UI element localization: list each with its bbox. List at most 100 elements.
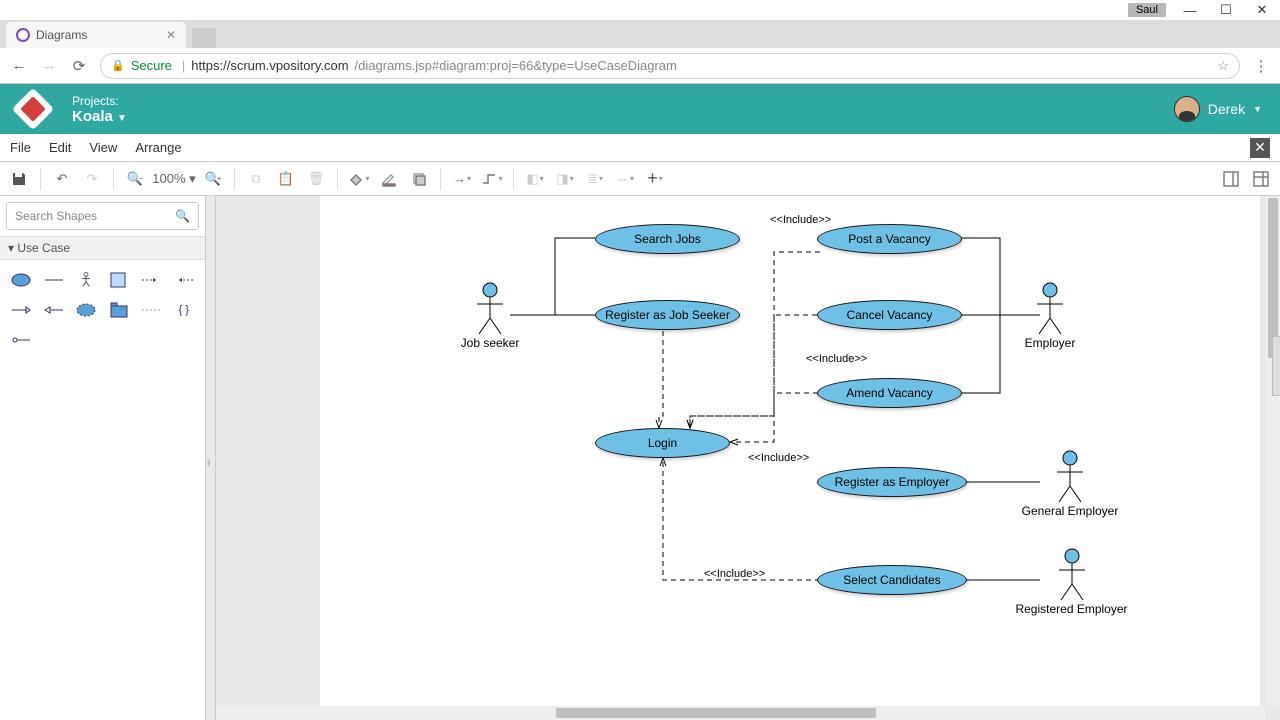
tab-favicon-icon (16, 28, 30, 42)
url-path: /diagrams.jsp#diagram:proj=66&type=UseCa… (355, 58, 677, 73)
palette-extend-icon[interactable] (171, 268, 198, 292)
menu-view[interactable]: View (89, 140, 117, 155)
palette-actor-icon[interactable] (73, 268, 100, 292)
usecase-post-vacancy[interactable]: Post a Vacancy (817, 224, 962, 254)
forward-icon[interactable]: → (40, 57, 58, 74)
palette-usecase-icon[interactable] (8, 268, 35, 292)
os-user-badge: Saul (1128, 3, 1166, 17)
palette-package-icon[interactable] (106, 298, 133, 322)
avatar-icon (1174, 96, 1200, 122)
search-shapes-input[interactable]: Search Shapes 🔍 (6, 202, 199, 230)
back-icon[interactable]: ← (10, 57, 28, 74)
diagram-canvas[interactable]: Search Jobs Register as Job Seeker Post … (320, 196, 1260, 716)
menubar: File Edit View Arrange ✕ (0, 134, 1280, 162)
usecase-cancel-vacancy[interactable]: Cancel Vacancy (817, 300, 962, 330)
usecase-login[interactable]: Login (595, 428, 730, 458)
tab-close-icon[interactable]: ✕ (166, 28, 176, 42)
address-bar[interactable]: 🔒 Secure | https://scrum.vpository.com/d… (100, 53, 1240, 79)
undo-icon[interactable]: ↶ (49, 166, 75, 192)
secure-label: Secure (131, 58, 172, 73)
actor-employer[interactable]: Employer (1020, 282, 1080, 350)
new-tab-button[interactable] (192, 28, 216, 48)
palette-collaboration-icon[interactable] (73, 298, 100, 322)
delete-icon[interactable]: 🗑 (303, 166, 329, 192)
zoom-level[interactable]: 100% ▾ (152, 171, 196, 187)
shape-palette: { } (0, 260, 205, 360)
sidebar: Search Shapes 🔍 ▾ Use Case { } (0, 196, 206, 720)
usecase-select-candidates[interactable]: Select Candidates (817, 565, 967, 595)
url-host: https://scrum.vpository.com (191, 58, 348, 73)
usecase-register-job-seeker[interactable]: Register as Job Seeker (595, 300, 740, 330)
actor-job-seeker[interactable]: Job seeker (460, 282, 520, 350)
palette-anchor-icon[interactable] (8, 328, 35, 352)
app-header: Projects: Koala ▼ Derek ▼ (0, 84, 1280, 134)
browser-tab[interactable]: Diagrams ✕ (6, 22, 186, 48)
zoom-out-icon[interactable]: 🔍− (122, 166, 148, 192)
actor-general-employer[interactable]: General Employer (1020, 450, 1120, 518)
usecase-search-jobs[interactable]: Search Jobs (595, 224, 740, 254)
search-icon: 🔍 (175, 209, 190, 223)
user-name: Derek (1208, 101, 1245, 117)
paste-icon[interactable]: 📋 (273, 166, 299, 192)
redo-icon[interactable]: ↷ (79, 166, 105, 192)
actor-registered-employer[interactable]: Registered Employer (1014, 548, 1129, 616)
connector-style-icon[interactable]: →▾ (449, 166, 475, 192)
menu-arrange[interactable]: Arrange (135, 140, 181, 155)
canvas-area[interactable]: Search Jobs Register as Job Seeker Post … (216, 196, 1280, 720)
include-label: <<Include>> (770, 214, 831, 226)
palette-dependency-icon[interactable] (8, 298, 35, 322)
bookmark-star-icon[interactable]: ☆ (1217, 58, 1229, 74)
workspace: Search Shapes 🔍 ▾ Use Case { } (0, 196, 1280, 720)
palette-association-icon[interactable] (41, 268, 68, 292)
window-close-icon[interactable]: ✕ (1244, 2, 1280, 18)
format-panel-icon[interactable] (1218, 166, 1244, 192)
save-icon[interactable] (6, 166, 32, 192)
project-name: Koala (72, 108, 113, 125)
search-placeholder: Search Shapes (15, 209, 97, 223)
vertical-scrollbar[interactable] (1266, 196, 1280, 706)
usecase-register-employer[interactable]: Register as Employer (817, 467, 967, 497)
shadow-icon[interactable] (406, 166, 432, 192)
distribute-icon[interactable]: ⇔▾ (612, 166, 638, 192)
palette-include-icon[interactable] (138, 268, 165, 292)
zoom-in-icon[interactable]: 🔍+ (200, 166, 226, 192)
line-color-icon[interactable] (376, 166, 402, 192)
chevron-down-icon: ▼ (117, 113, 127, 124)
browser-menu-icon[interactable]: ⋮ (1252, 57, 1270, 75)
split-handle[interactable] (206, 196, 216, 720)
close-panel-icon[interactable]: ✕ (1250, 138, 1270, 158)
palette-generalization-icon[interactable] (41, 298, 68, 322)
user-menu[interactable]: Derek ▼ (1174, 96, 1262, 122)
right-panel-handle[interactable] (1272, 336, 1280, 396)
include-label: <<Include>> (748, 452, 809, 464)
browser-navbar: ← → ⟳ 🔒 Secure | https://scrum.vpository… (0, 48, 1280, 84)
horizontal-scrollbar[interactable] (216, 706, 1266, 720)
copy-icon[interactable]: ⧉ (243, 166, 269, 192)
projects-label: Projects: (72, 94, 127, 108)
include-label: <<Include>> (704, 568, 765, 580)
reload-icon[interactable]: ⟳ (70, 57, 88, 75)
menu-file[interactable]: File (10, 140, 31, 155)
window-maximize-icon[interactable]: ☐ (1208, 2, 1244, 18)
window-minimize-icon[interactable]: — (1172, 3, 1208, 18)
toolbar: ↶ ↷ 🔍− 100% ▾ 🔍+ ⧉ 📋 🗑 ▾ →▾ ▾ ◧▾ ◨▾ ≣▾ ⇔… (0, 162, 1280, 196)
fill-color-icon[interactable]: ▾ (346, 166, 372, 192)
to-back-icon[interactable]: ◨▾ (552, 166, 578, 192)
include-label: <<Include>> (806, 353, 867, 365)
menu-edit[interactable]: Edit (49, 140, 71, 155)
to-front-icon[interactable]: ◧▾ (522, 166, 548, 192)
palette-constraint-icon[interactable]: { } (171, 298, 198, 322)
project-selector[interactable]: Projects: Koala ▼ (72, 94, 127, 125)
outline-panel-icon[interactable] (1248, 166, 1274, 192)
palette-system-icon[interactable] (106, 268, 133, 292)
tab-title: Diagrams (36, 28, 87, 42)
palette-header[interactable]: ▾ Use Case (0, 236, 205, 260)
waypoint-style-icon[interactable]: ▾ (479, 166, 505, 192)
align-icon[interactable]: ≣▾ (582, 166, 608, 192)
chevron-down-icon: ▼ (1253, 104, 1262, 114)
add-icon[interactable]: +▾ (642, 166, 668, 192)
app-logo-icon[interactable] (12, 88, 54, 130)
usecase-amend-vacancy[interactable]: Amend Vacancy (817, 378, 962, 408)
os-titlebar: Saul — ☐ ✕ (0, 0, 1280, 20)
palette-note-icon[interactable] (138, 298, 165, 322)
